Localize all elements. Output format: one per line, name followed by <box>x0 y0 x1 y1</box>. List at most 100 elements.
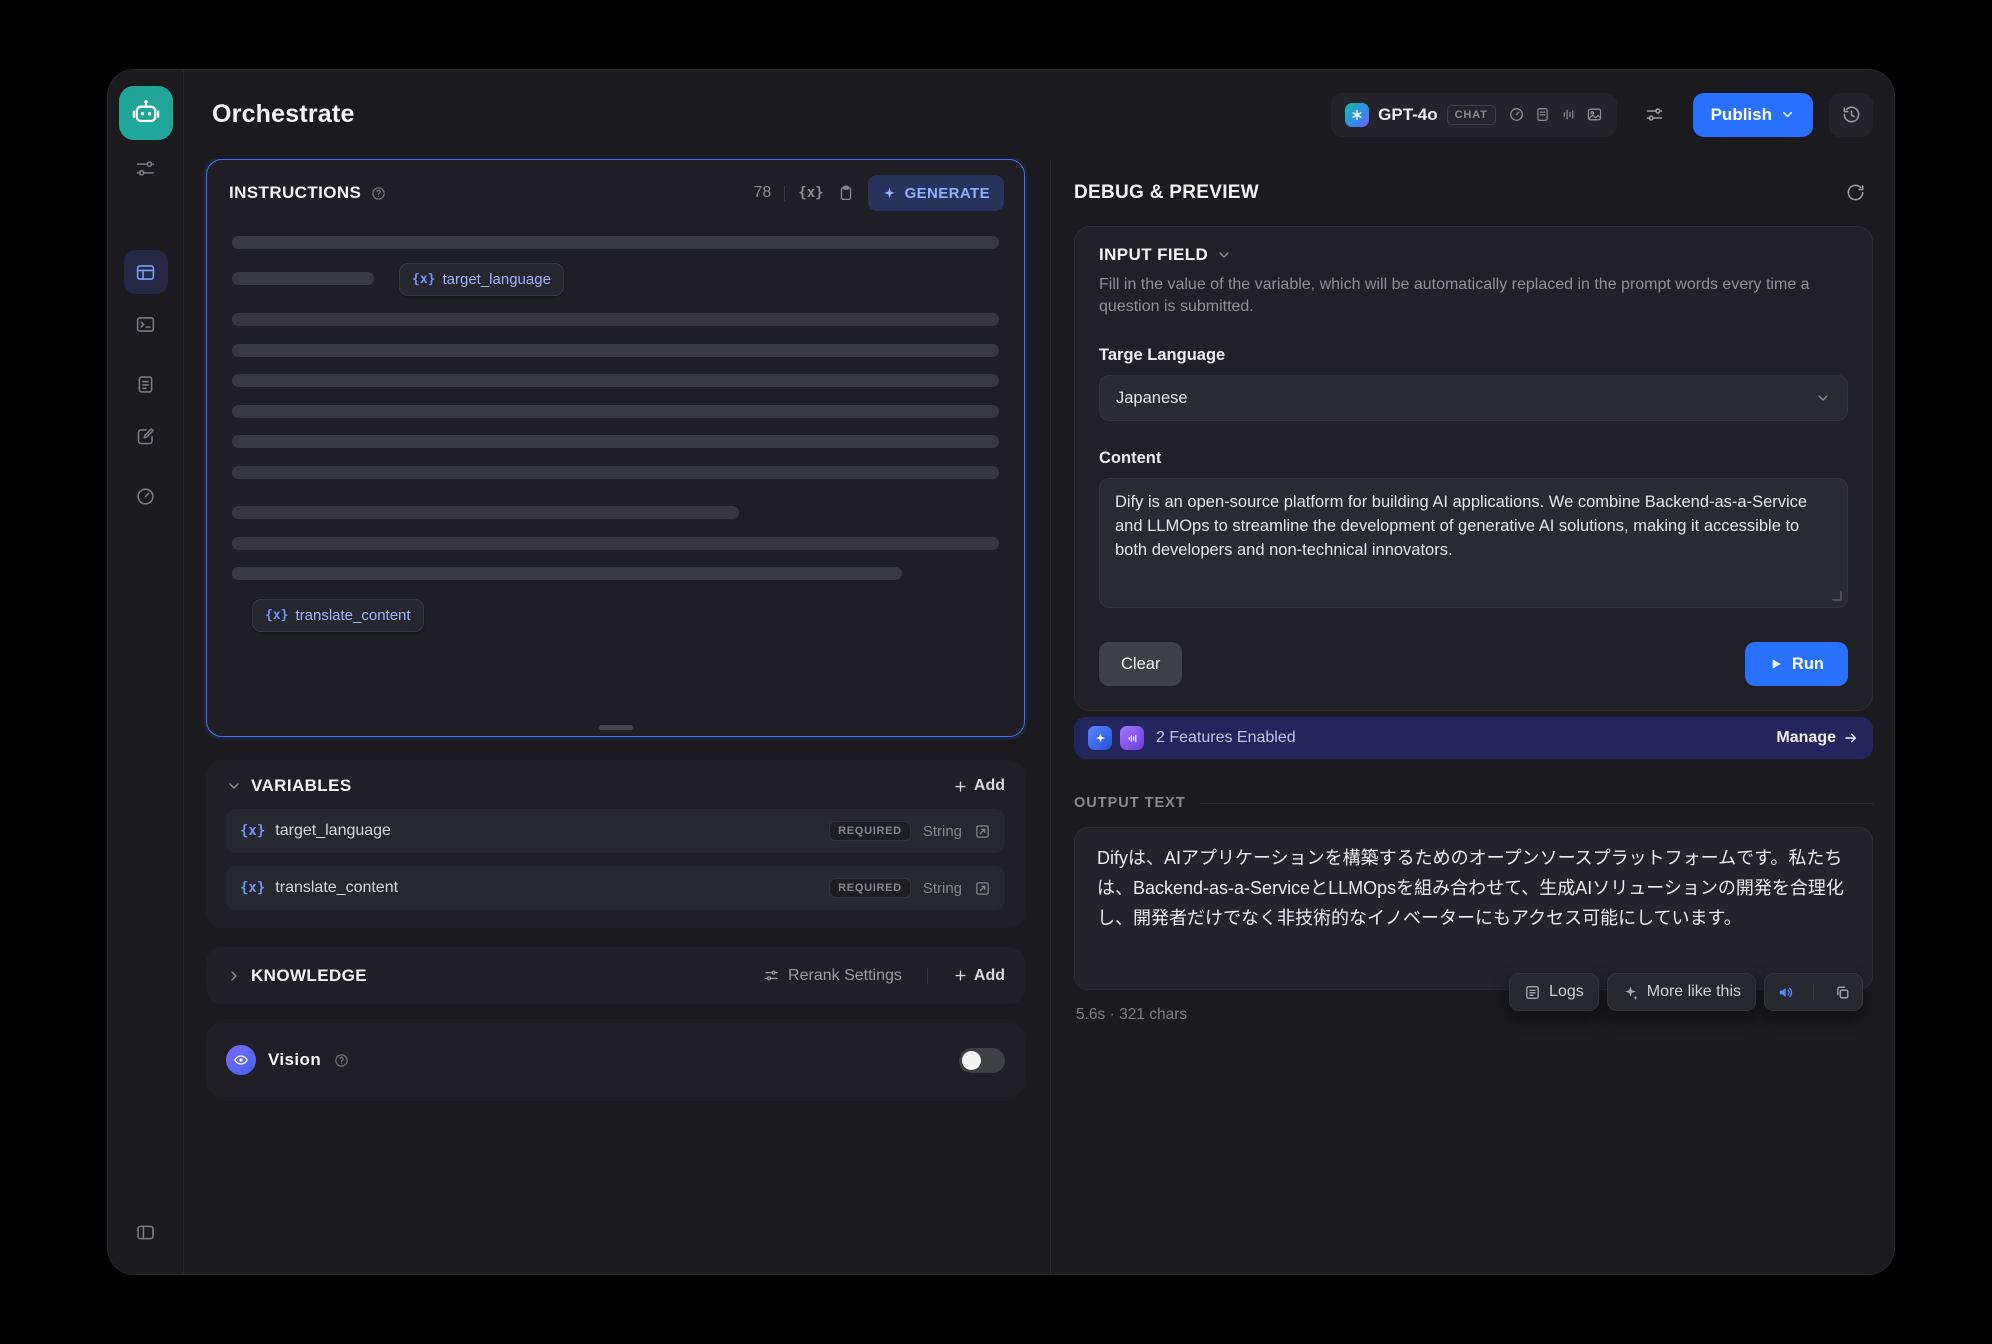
sparkles-icon <box>882 186 897 201</box>
clipboard-icon[interactable] <box>837 184 855 202</box>
language-field-label: Targe Language <box>1099 346 1848 365</box>
chevron-right-icon <box>226 968 242 984</box>
run-label: Run <box>1792 655 1824 674</box>
app-logo[interactable] <box>119 86 173 140</box>
help-icon[interactable] <box>370 185 387 202</box>
variable-brace: {x} <box>265 608 288 623</box>
collapse-sidebar-button[interactable] <box>124 1210 168 1254</box>
language-select[interactable]: Japanese <box>1099 375 1848 421</box>
sidebar-item-terminal[interactable] <box>124 302 168 346</box>
help-icon[interactable] <box>333 1052 350 1069</box>
add-knowledge-button[interactable]: Add <box>953 967 1005 985</box>
copy-output-button[interactable] <box>1822 974 1862 1010</box>
divider <box>927 968 928 984</box>
play-icon <box>1769 657 1783 671</box>
rerank-label: Rerank Settings <box>788 967 902 985</box>
manage-label: Manage <box>1776 729 1836 747</box>
variable-row-translate-content[interactable]: {x} translate_content REQUIRED String <box>226 866 1005 910</box>
model-feature-icons <box>1508 106 1603 123</box>
variable-meta: REQUIRED String <box>829 878 991 898</box>
generate-button[interactable]: GENERATE <box>868 175 1004 211</box>
variables-header[interactable]: VARIABLES Add <box>226 776 1005 796</box>
variable-brace: {x} <box>240 880 265 896</box>
sidebar-item-monitoring[interactable] <box>124 474 168 518</box>
chevron-down-icon <box>226 778 242 794</box>
resize-handle[interactable] <box>599 725 633 730</box>
sidebar-item-orchestrate[interactable] <box>124 250 168 294</box>
toggle-knob <box>962 1051 981 1070</box>
speaker-button[interactable] <box>1765 974 1805 1010</box>
add-label: Add <box>974 967 1005 985</box>
output-actions: Logs More like this <box>1509 973 1863 1011</box>
more-like-this-button[interactable]: More like this <box>1607 973 1756 1011</box>
gauge-icon <box>135 486 156 507</box>
knowledge-section[interactable]: KNOWLEDGE Rerank Settings Add <box>206 947 1025 1004</box>
equalizer-icon <box>1560 106 1577 123</box>
history-icon <box>1841 104 1862 125</box>
clear-button[interactable]: Clear <box>1099 642 1182 686</box>
edit-field-icon[interactable] <box>974 823 991 840</box>
variable-meta: REQUIRED String <box>829 821 991 841</box>
copy-icon <box>1834 984 1851 1001</box>
add-variable-button[interactable]: Add <box>953 777 1005 795</box>
skeleton-line <box>232 272 374 285</box>
variable-name: translate_content <box>275 879 398 897</box>
manage-features-button[interactable]: Manage <box>1776 729 1859 747</box>
model-name: GPT-4o <box>1378 105 1438 125</box>
version-history-button[interactable] <box>1829 93 1873 137</box>
run-actions: Clear Run <box>1099 642 1848 686</box>
logs-button[interactable]: Logs <box>1509 973 1599 1011</box>
edit-field-icon[interactable] <box>974 880 991 897</box>
output-text-label: OUTPUT TEXT <box>1074 795 1186 811</box>
sidebar-item-annotation[interactable] <box>124 414 168 458</box>
document-icon <box>135 374 156 395</box>
workflow-settings-button[interactable] <box>1633 93 1677 137</box>
variable-row-target-language[interactable]: {x} target_language REQUIRED String <box>226 809 1005 853</box>
sidebar-item-settings[interactable] <box>124 146 168 190</box>
variable-chip-translate-content[interactable]: {x} translate_content <box>252 599 424 632</box>
chevron-down-icon <box>1780 107 1795 122</box>
annotation-icon <box>135 426 156 447</box>
variable-name: target_language <box>275 822 391 840</box>
restart-conversation-button[interactable] <box>1837 175 1873 211</box>
skeleton-line <box>232 313 999 326</box>
features-enabled-bar[interactable]: 2 Features Enabled Manage <box>1074 717 1873 759</box>
more-like-this-label: More like this <box>1647 983 1741 1001</box>
variables-section: VARIABLES Add {x} target_language REQUIR… <box>206 760 1025 928</box>
top-bar-actions: GPT-4o CHAT Publish <box>1331 93 1873 137</box>
insert-variable-icon[interactable]: {x} <box>798 185 823 201</box>
instructions-title: INSTRUCTIONS <box>229 183 361 203</box>
sparkles-icon <box>1622 984 1639 1001</box>
variables-title: VARIABLES <box>251 776 352 796</box>
more-like-this-feature-icon <box>1088 726 1112 750</box>
rerank-settings-button[interactable]: Rerank Settings <box>763 967 902 985</box>
instructions-toolbar: 78 {x} GENERATE <box>753 175 1004 211</box>
plus-icon <box>953 779 968 794</box>
document-icon <box>1534 106 1551 123</box>
variable-chip-target-language[interactable]: {x} target_language <box>399 263 564 296</box>
generate-label: GENERATE <box>905 185 990 202</box>
instructions-editor[interactable]: INSTRUCTIONS 78 {x} GENERATE <box>206 159 1025 737</box>
skeleton-line <box>232 236 999 249</box>
add-label: Add <box>974 777 1005 795</box>
run-button[interactable]: Run <box>1745 642 1848 686</box>
plus-icon <box>953 968 968 983</box>
sidebar-item-logs[interactable] <box>124 362 168 406</box>
variable-type: String <box>923 823 962 840</box>
features-enabled-label: 2 Features Enabled <box>1156 729 1296 747</box>
content-textarea[interactable]: Dify is an open-source platform for buil… <box>1099 478 1848 608</box>
chat-mode-badge: CHAT <box>1447 105 1496 125</box>
arrow-right-icon <box>1843 730 1859 746</box>
model-selector[interactable]: GPT-4o CHAT <box>1331 93 1616 137</box>
publish-button[interactable]: Publish <box>1693 93 1813 137</box>
chevron-down-icon <box>1815 390 1831 406</box>
input-field-header[interactable]: INPUT FIELD <box>1099 245 1848 265</box>
divider <box>1813 983 1814 1001</box>
vision-toggle[interactable] <box>959 1048 1005 1073</box>
openai-logo <box>1345 103 1369 127</box>
speaker-icon <box>1777 984 1794 1001</box>
content-field-wrap: Dify is an open-source platform for buil… <box>1099 478 1848 608</box>
vision-eye-icon <box>226 1045 256 1075</box>
refresh-icon <box>1845 182 1866 203</box>
skeleton-line <box>232 374 999 387</box>
